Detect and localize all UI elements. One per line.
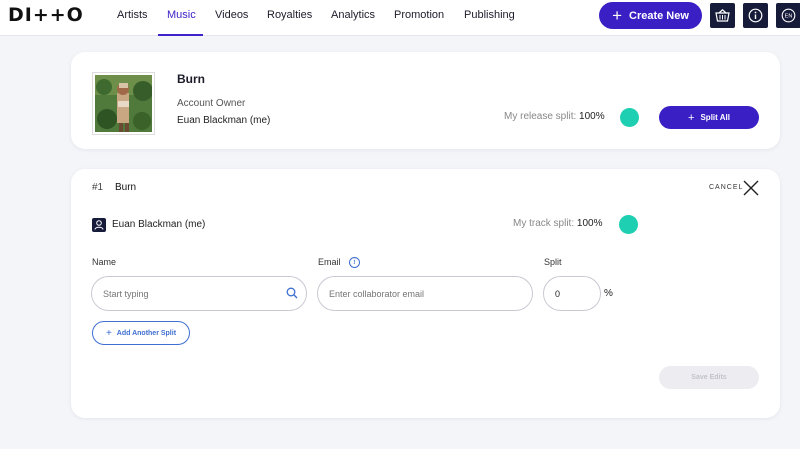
cancel-label[interactable]: CANCEL (709, 184, 743, 191)
basket-button[interactable] (710, 3, 735, 28)
nav-item-promotion[interactable]: Promotion (394, 9, 444, 21)
track-owner-name: Euan Blackman (me) (112, 219, 206, 230)
plus-icon: + (105, 327, 112, 339)
info-icon (748, 8, 763, 23)
add-another-split-label: Add Another Split (116, 329, 177, 337)
release-title: Burn (177, 72, 205, 86)
percent-symbol: % (604, 288, 613, 299)
collaborator-email-input[interactable] (317, 276, 533, 311)
nav-item-videos[interactable]: Videos (215, 9, 248, 21)
create-new-label: Create New (629, 9, 689, 22)
release-split-indicator (620, 108, 639, 127)
release-split-value: 100% (579, 111, 605, 122)
save-edits-button[interactable]: Save Edits (659, 366, 759, 389)
name-field-label: Name (92, 257, 117, 267)
help-button[interactable] (743, 3, 768, 28)
email-info-icon[interactable]: i (349, 257, 360, 268)
plus-icon: + (688, 111, 695, 124)
nav-item-royalties[interactable]: Royalties (267, 9, 312, 21)
nav-item-music[interactable]: Music (167, 9, 196, 21)
collaborator-name-input[interactable] (91, 276, 307, 311)
close-icon[interactable] (742, 179, 760, 197)
create-new-button[interactable]: + Create New (599, 2, 702, 29)
ditto-logo[interactable]: DI++O (8, 4, 84, 26)
split-field-label: Split (544, 257, 562, 267)
nav-item-artists[interactable]: Artists (117, 9, 148, 21)
nav-item-analytics[interactable]: Analytics (331, 9, 375, 21)
nav-item-publishing[interactable]: Publishing (464, 9, 515, 21)
language-button[interactable]: EN (776, 3, 800, 28)
active-nav-indicator (158, 34, 203, 36)
account-owner-label: Account Owner (177, 98, 246, 109)
split-all-button[interactable]: + Split All (659, 106, 759, 129)
track-split-text: My track split: 100% (513, 218, 602, 229)
user-icon (92, 218, 106, 232)
language-icon: EN (781, 8, 796, 23)
search-icon[interactable] (286, 287, 298, 299)
add-another-split-button[interactable]: + Add Another Split (92, 321, 190, 345)
track-split-indicator (619, 215, 638, 234)
split-percentage-input[interactable] (543, 276, 601, 311)
language-code: EN (785, 14, 793, 20)
album-cover (92, 72, 155, 135)
account-owner-name: Euan Blackman (me) (177, 115, 271, 126)
track-number: #1 (92, 182, 104, 193)
release-split-text: My release split: 100% (504, 111, 605, 122)
split-all-label: Split All (700, 113, 730, 122)
release-split-label: My release split: (504, 111, 577, 122)
track-split-label: My track split: (513, 218, 575, 229)
email-field-label: Email (318, 257, 341, 267)
top-navigation: DI++O Artists Music Videos Royalties Ana… (0, 0, 800, 36)
basket-icon (715, 9, 730, 22)
track-split-value: 100% (576, 218, 603, 229)
track-title: Burn (115, 182, 137, 193)
plus-icon: + (612, 6, 622, 25)
